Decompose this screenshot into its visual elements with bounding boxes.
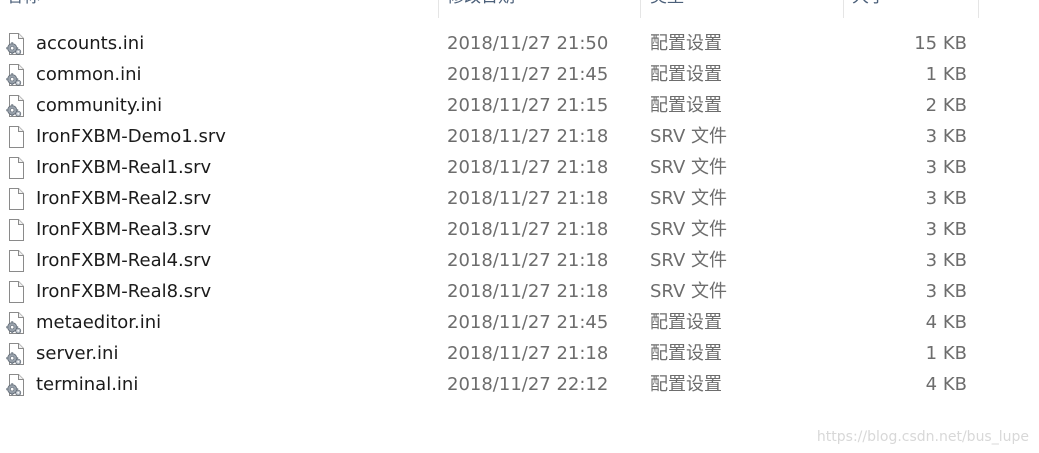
- file-row[interactable]: IronFXBM-Real2.srv 2018/11/27 21:18 SRV 文件…: [0, 183, 1000, 214]
- file-type: 配置设置: [650, 95, 722, 116]
- file-modified-date: 2018/11/27 22:12: [447, 374, 609, 395]
- file-size: 3 KB: [925, 219, 967, 240]
- file-modified-date: 2018/11/27 21:50: [447, 33, 609, 54]
- file-size: 4 KB: [925, 374, 967, 395]
- file-name: IronFXBM-Real1.srv: [36, 157, 212, 178]
- file-size: 3 KB: [925, 281, 967, 302]
- file-modified-date: 2018/11/27 21:45: [447, 312, 609, 333]
- file-type: 配置设置: [650, 343, 722, 364]
- file-modified-date: 2018/11/27 21:45: [447, 64, 609, 85]
- file-row[interactable]: IronFXBM-Demo1.srv 2018/11/27 21:18 SRV 文件…: [0, 121, 1000, 152]
- blank-file-icon: [5, 249, 27, 273]
- file-type: 配置设置: [650, 312, 722, 333]
- file-modified-date: 2018/11/27 21:18: [447, 219, 609, 240]
- column-divider[interactable]: [438, 0, 439, 18]
- file-row[interactable]: metaeditor.ini 2018/11/27 21:45 配置设置 4 KB: [0, 307, 1000, 338]
- file-name: common.ini: [36, 64, 142, 85]
- file-type: 配置设置: [650, 64, 722, 85]
- column-header-name[interactable]: 名称: [6, 0, 40, 18]
- file-name: metaeditor.ini: [36, 312, 162, 333]
- file-type: SRV 文件: [650, 188, 727, 209]
- file-row[interactable]: IronFXBM-Real3.srv 2018/11/27 21:18 SRV 文件…: [0, 214, 1000, 245]
- column-header-date[interactable]: 修改日期: [447, 0, 515, 18]
- file-modified-date: 2018/11/27 21:18: [447, 343, 609, 364]
- file-type: SRV 文件: [650, 281, 727, 302]
- blank-file-icon: [5, 218, 27, 242]
- file-modified-date: 2018/11/27 21:18: [447, 188, 609, 209]
- file-size: 15 KB: [914, 33, 967, 54]
- settings-file-icon: [5, 311, 27, 335]
- watermark: https://blog.csdn.net/bus_lupe: [816, 429, 1029, 445]
- file-size: 3 KB: [925, 250, 967, 271]
- file-size: 3 KB: [925, 157, 967, 178]
- settings-file-icon: [5, 94, 27, 118]
- file-type: SRV 文件: [650, 219, 727, 240]
- file-row[interactable]: community.ini 2018/11/27 21:15 配置设置 2 KB: [0, 90, 1000, 121]
- settings-file-icon: [5, 63, 27, 87]
- file-size: 1 KB: [925, 64, 967, 85]
- blank-file-icon: [5, 280, 27, 304]
- blank-file-icon: [5, 125, 27, 149]
- file-row[interactable]: IronFXBM-Real8.srv 2018/11/27 21:18 SRV 文件…: [0, 276, 1000, 307]
- file-name: IronFXBM-Real8.srv: [36, 281, 212, 302]
- file-name: IronFXBM-Real4.srv: [36, 250, 212, 271]
- file-name: community.ini: [36, 95, 163, 116]
- file-name: terminal.ini: [36, 374, 139, 395]
- file-row[interactable]: server.ini 2018/11/27 21:18 配置设置 1 KB: [0, 338, 1000, 369]
- file-row[interactable]: accounts.ini 2018/11/27 21:50 配置设置 15 KB: [0, 28, 1000, 59]
- file-type: SRV 文件: [650, 126, 727, 147]
- file-name: accounts.ini: [36, 33, 145, 54]
- file-name: IronFXBM-Real2.srv: [36, 188, 212, 209]
- file-row[interactable]: IronFXBM-Real1.srv 2018/11/27 21:18 SRV 文件…: [0, 152, 1000, 183]
- column-divider[interactable]: [978, 0, 979, 18]
- file-modified-date: 2018/11/27 21:18: [447, 157, 609, 178]
- file-name: IronFXBM-Real3.srv: [36, 219, 212, 240]
- column-header-type[interactable]: 类型: [650, 0, 684, 18]
- file-size: 3 KB: [925, 126, 967, 147]
- file-size: 4 KB: [925, 312, 967, 333]
- settings-file-icon: [5, 32, 27, 56]
- file-row[interactable]: terminal.ini 2018/11/27 22:12 配置设置 4 KB: [0, 369, 1000, 400]
- file-size: 3 KB: [925, 188, 967, 209]
- file-row[interactable]: common.ini 2018/11/27 21:45 配置设置 1 KB: [0, 59, 1000, 90]
- file-list: accounts.ini 2018/11/27 21:50 配置设置 15 KB com…: [0, 28, 1000, 400]
- blank-file-icon: [5, 187, 27, 211]
- file-size: 1 KB: [925, 343, 967, 364]
- column-divider[interactable]: [843, 0, 844, 18]
- file-type: 配置设置: [650, 374, 722, 395]
- file-type: 配置设置: [650, 33, 722, 54]
- file-name: IronFXBM-Demo1.srv: [36, 126, 226, 147]
- file-modified-date: 2018/11/27 21:18: [447, 281, 609, 302]
- column-header-size[interactable]: 大小: [852, 0, 886, 18]
- settings-file-icon: [5, 342, 27, 366]
- file-size: 2 KB: [925, 95, 967, 116]
- file-row[interactable]: IronFXBM-Real4.srv 2018/11/27 21:18 SRV 文件…: [0, 245, 1000, 276]
- blank-file-icon: [5, 156, 27, 180]
- file-type: SRV 文件: [650, 157, 727, 178]
- column-divider[interactable]: [640, 0, 641, 18]
- settings-file-icon: [5, 373, 27, 397]
- file-modified-date: 2018/11/27 21:18: [447, 250, 609, 271]
- file-name: server.ini: [36, 343, 119, 364]
- file-type: SRV 文件: [650, 250, 727, 271]
- file-modified-date: 2018/11/27 21:15: [447, 95, 609, 116]
- column-header-bar: 名称 修改日期 类型 大小: [0, 0, 980, 18]
- file-modified-date: 2018/11/27 21:18: [447, 126, 609, 147]
